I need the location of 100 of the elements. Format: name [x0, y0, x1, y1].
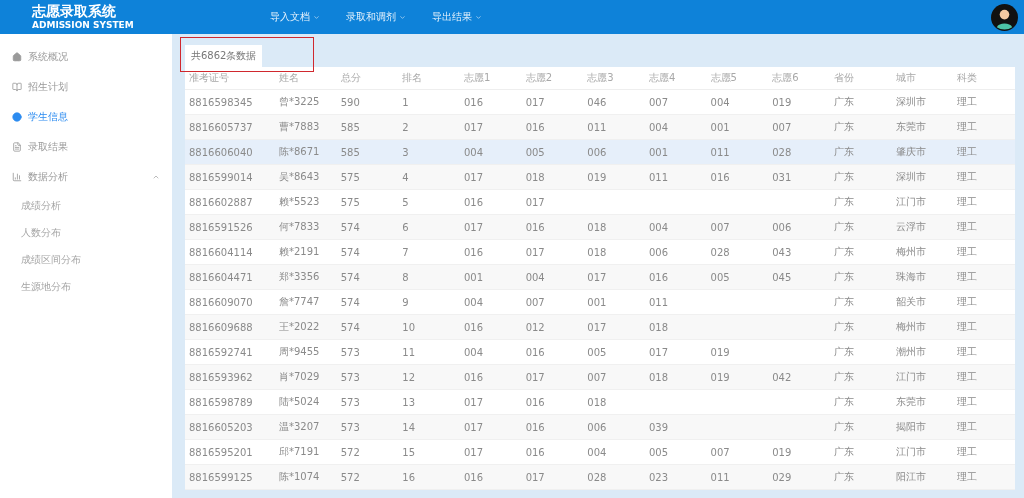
table-cell: 018: [521, 164, 584, 190]
menu-item[interactable]: 导入文档: [270, 10, 320, 24]
table-cell: 广东: [829, 264, 892, 290]
table-cell: 011: [644, 289, 707, 315]
table-cell: 10: [398, 314, 460, 340]
column-header: 志愿3: [583, 67, 645, 90]
table-cell: 004: [644, 114, 707, 140]
sidebar-item[interactable]: 数据分析: [0, 162, 172, 192]
table-cell: 肖*7029: [275, 364, 337, 390]
table-cell: 017: [521, 89, 584, 115]
table-cell: 007: [706, 214, 769, 240]
table-cell: 016: [459, 239, 522, 265]
table-cell: 017: [521, 189, 584, 215]
table-cell: 004: [583, 439, 645, 465]
table-cell: 016: [459, 189, 522, 215]
sidebar-item[interactable]: 招生计划: [0, 72, 172, 102]
table-cell: 潮州市: [891, 339, 954, 365]
table-cell: 016: [644, 264, 707, 290]
table-cell: 016: [459, 314, 522, 340]
table-cell: 陈*1074: [275, 464, 337, 490]
table-cell: 深圳市: [891, 89, 954, 115]
table-cell: 周*9455: [275, 339, 337, 365]
table-cell: 004: [459, 339, 522, 365]
table-cell: 017: [459, 414, 522, 440]
avatar-icon[interactable]: [991, 3, 1018, 31]
table-cell: 8816606040: [185, 139, 275, 165]
table-cell: 007: [583, 364, 645, 390]
table-cell: 8816599125: [185, 464, 275, 490]
sidebar-subitem[interactable]: 人数分布: [0, 219, 172, 246]
table-cell: 004: [706, 89, 769, 115]
sidebar-subitem[interactable]: 成绩分析: [0, 192, 172, 219]
table-cell: 042: [768, 364, 830, 390]
table-cell: 广东: [829, 239, 892, 265]
sidebar-item[interactable]: 录取结果: [0, 132, 172, 162]
table-cell: 005: [583, 339, 645, 365]
chevron-down-icon: [399, 13, 406, 21]
table-cell: 9: [398, 289, 460, 315]
table-cell: 8816598789: [185, 389, 275, 415]
table-cell: 574: [336, 239, 399, 265]
table-cell: 广东: [829, 139, 892, 165]
table-cell: 8816609070: [185, 289, 275, 315]
table-cell: 詹*7747: [275, 289, 337, 315]
column-header: 总分: [336, 67, 399, 90]
table-cell: 001: [583, 289, 645, 315]
table-cell: 005: [521, 139, 584, 165]
table-cell: 039: [644, 414, 707, 440]
table-cell: 14: [398, 414, 460, 440]
table-cell: 理工: [953, 439, 1015, 465]
table-cell: 043: [768, 239, 830, 265]
app-subtitle: ADMISSION SYSTEM: [32, 19, 135, 31]
column-header: 志愿1: [459, 67, 522, 90]
sidebar-subitem[interactable]: 成绩区间分布: [0, 246, 172, 273]
table-cell: 曾*3225: [275, 89, 337, 115]
table-cell: 理工: [953, 464, 1015, 490]
chevron-down-icon: [313, 13, 320, 21]
table-cell: 理工: [953, 214, 1015, 240]
menu-item[interactable]: 导出结果: [432, 10, 482, 24]
table-cell: 13: [398, 389, 460, 415]
table-cell: 邱*7191: [275, 439, 337, 465]
table-cell: 028: [706, 239, 769, 265]
table-cell: 广东: [829, 364, 892, 390]
table-cell: 郑*3356: [275, 264, 337, 290]
table-cell: 004: [459, 139, 522, 165]
table-cell: 广东: [829, 464, 892, 490]
table-cell: 016: [706, 164, 769, 190]
column-header: 科类: [953, 67, 1015, 90]
table-cell: 曹*7883: [275, 114, 337, 140]
table-cell: 006: [644, 239, 707, 265]
table-cell: 深圳市: [891, 164, 954, 190]
table-cell: 007: [644, 89, 707, 115]
table-cell: 019: [583, 164, 645, 190]
table-cell: 006: [583, 139, 645, 165]
table-cell: 广东: [829, 389, 892, 415]
table-cell: 理工: [953, 414, 1015, 440]
table-cell: 理工: [953, 189, 1015, 215]
sidebar-item[interactable]: 学生信息: [0, 102, 172, 132]
menu-item[interactable]: 录取和调剂: [346, 10, 406, 24]
table-cell: 何*7833: [275, 214, 337, 240]
table-cell: 1: [398, 89, 460, 115]
table-cell: 12: [398, 364, 460, 390]
sidebar-item[interactable]: 系统概况: [0, 42, 172, 72]
table-cell: 4: [398, 164, 460, 190]
table-cell: 016: [459, 364, 522, 390]
table-cell: 573: [336, 364, 399, 390]
table-cell: 016: [521, 214, 584, 240]
table-cell: 江门市: [891, 364, 954, 390]
table-cell: 阳江市: [891, 464, 954, 490]
table-cell: 574: [336, 289, 399, 315]
record-count-tab[interactable]: 共6862条数据: [185, 45, 263, 67]
table-cell: 019: [706, 339, 769, 365]
table-cell: 韶关市: [891, 289, 954, 315]
table-cell: 广东: [829, 214, 892, 240]
table-cell: 004: [521, 264, 584, 290]
column-header: 姓名: [275, 67, 337, 90]
table-cell: 001: [706, 114, 769, 140]
column-header: 城市: [891, 67, 954, 90]
sidebar-subitem[interactable]: 生源地分布: [0, 273, 172, 300]
table-cell: 017: [521, 364, 584, 390]
table-cell: 575: [336, 164, 399, 190]
column-header: 志愿5: [706, 67, 769, 90]
